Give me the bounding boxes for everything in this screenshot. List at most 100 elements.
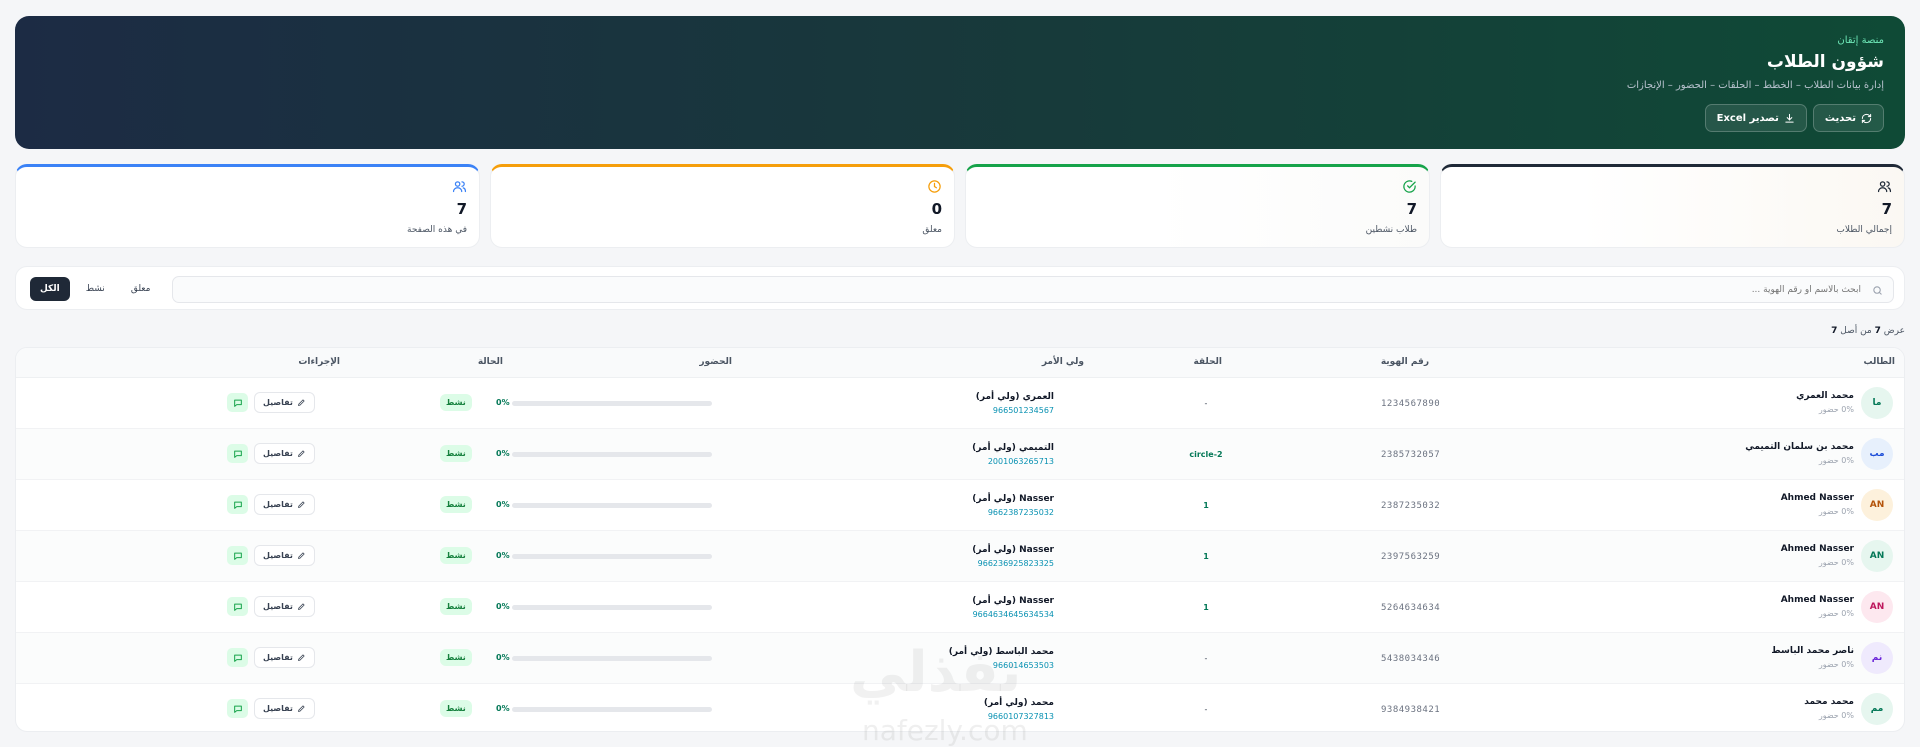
table-row[interactable]: AN Ahmed Nasser 0% حضور 2387235032 1 Nasser (… bbox=[16, 480, 1904, 531]
student-name: Ahmed Nasser bbox=[1780, 544, 1854, 554]
avatar: AN bbox=[1861, 489, 1893, 521]
search-input[interactable] bbox=[173, 277, 1893, 303]
export-label: تصدير Excel bbox=[1716, 112, 1779, 124]
details-button[interactable]: تفاصيل bbox=[254, 494, 315, 515]
download-icon bbox=[1785, 113, 1794, 123]
details-label: تفاصيل bbox=[263, 653, 293, 662]
details-button[interactable]: تفاصيل bbox=[254, 392, 315, 413]
details-button[interactable]: تفاصيل bbox=[254, 698, 315, 719]
message-button[interactable] bbox=[227, 699, 248, 718]
attendance-percent: 0% bbox=[496, 398, 510, 407]
student-name: Ahmed Nasser bbox=[1780, 493, 1854, 503]
count-total: 7 bbox=[1831, 326, 1838, 336]
table-row[interactable]: ما محمد العمري 0% حضور 1234567890 - العمري (و… bbox=[16, 378, 1904, 429]
guardian-phone[interactable]: 9660107327813 bbox=[988, 712, 1054, 721]
pencil-icon bbox=[297, 603, 305, 610]
page-title: شؤون الطلاب bbox=[1766, 52, 1884, 72]
message-button[interactable] bbox=[227, 444, 248, 463]
details-button[interactable]: تفاصيل bbox=[254, 647, 315, 668]
attendance-percent: 0% bbox=[496, 602, 510, 611]
student-circle: - bbox=[1204, 654, 1208, 663]
avatar: AN bbox=[1861, 540, 1893, 572]
header-status: الحالة bbox=[477, 357, 503, 367]
attendance-progress-bar bbox=[512, 605, 712, 610]
guardian-phone[interactable]: 9662387235032 bbox=[988, 508, 1054, 517]
refresh-label: تحديث bbox=[1824, 112, 1856, 124]
student-attendance-summary: 0% حضور bbox=[1818, 507, 1854, 516]
stat-value: 0 bbox=[931, 200, 942, 218]
pencil-icon bbox=[297, 501, 305, 508]
message-button[interactable] bbox=[227, 546, 248, 565]
count-shown: 7 bbox=[1874, 326, 1881, 336]
stat-value: 7 bbox=[1881, 200, 1892, 218]
details-label: تفاصيل bbox=[263, 551, 293, 560]
chat-icon bbox=[233, 552, 242, 560]
avatar: ما bbox=[1861, 387, 1893, 419]
chat-icon bbox=[233, 501, 242, 509]
message-button[interactable] bbox=[227, 393, 248, 412]
details-label: تفاصيل bbox=[263, 500, 293, 509]
status-badge: نشط bbox=[440, 394, 472, 411]
header-student: الطالب bbox=[1863, 357, 1895, 367]
page-subtitle: إدارة بيانات الطلاب – الخطط – الحلقات – … bbox=[1626, 80, 1884, 91]
guardian-name: Nasser (ولي أمر) bbox=[972, 494, 1054, 504]
table-header: الطالب رقم الهوية الحلقة ولي الأمر الحضو… bbox=[16, 348, 1904, 378]
attendance-progress-bar bbox=[512, 554, 712, 559]
details-label: تفاصيل bbox=[263, 704, 293, 713]
guardian-name: التميمي (ولي أمر) bbox=[972, 443, 1054, 453]
student-id: 5264634634 bbox=[1381, 603, 1441, 613]
guardian-phone[interactable]: 9664634645634534 bbox=[973, 610, 1054, 619]
filter-active-button[interactable]: نشط bbox=[76, 277, 115, 301]
refresh-button[interactable]: تحديث bbox=[1812, 104, 1884, 132]
stat-card-suspended: 0 معلق bbox=[490, 164, 955, 248]
pencil-icon bbox=[297, 399, 305, 406]
users-icon bbox=[1877, 181, 1892, 193]
guardian-phone[interactable]: 966014653503 bbox=[993, 661, 1054, 670]
attendance-progress-bar bbox=[512, 401, 712, 406]
details-button[interactable]: تفاصيل bbox=[254, 443, 315, 464]
count-prefix: عرض bbox=[1883, 326, 1905, 336]
status-badge: نشط bbox=[440, 496, 472, 513]
stats-row: 7 إجمالي الطلاب 7 طلاب نشطين 0 معلق 7 في… bbox=[15, 164, 1905, 248]
students-table: الطالب رقم الهوية الحلقة ولي الأمر الحضو… bbox=[15, 347, 1905, 732]
message-button[interactable] bbox=[227, 495, 248, 514]
search-box bbox=[172, 276, 1894, 303]
student-id: 2387235032 bbox=[1381, 501, 1441, 511]
table-row[interactable]: AN Ahmed Nasser 0% حضور 2397563259 1 Nasser (… bbox=[16, 531, 1904, 582]
guardian-phone[interactable]: 966501234567 bbox=[993, 406, 1054, 415]
status-badge: نشط bbox=[440, 598, 472, 615]
attendance-percent: 0% bbox=[496, 449, 510, 458]
pencil-icon bbox=[297, 705, 305, 712]
student-name: محمد محمد bbox=[1804, 697, 1854, 707]
export-excel-button[interactable]: تصدير Excel bbox=[1704, 104, 1807, 132]
header-actions: الإجراءات bbox=[298, 357, 340, 367]
chat-icon bbox=[233, 399, 242, 407]
table-row[interactable]: مم محمد محمد 0% حضور 9384938421 - محمد (ولي أ… bbox=[16, 684, 1904, 731]
table-row[interactable]: مب محمد بن سلمان التميمي 0% حضور 2385732057… bbox=[16, 429, 1904, 480]
filter-suspended-button[interactable]: معلق bbox=[121, 277, 161, 301]
table-row[interactable]: AN Ahmed Nasser 0% حضور 5264634634 1 Nasser (… bbox=[16, 582, 1904, 633]
guardian-phone[interactable]: 2001063265713 bbox=[988, 457, 1054, 466]
attendance-percent: 0% bbox=[496, 500, 510, 509]
details-button[interactable]: تفاصيل bbox=[254, 596, 315, 617]
check-circle-icon bbox=[1403, 180, 1416, 193]
student-circle: 1 bbox=[1203, 603, 1209, 612]
table-row[interactable]: نم ناصر محمد الباسط 0% حضور 5438034346 - محمد… bbox=[16, 633, 1904, 684]
guardian-phone[interactable]: 966236925823325 bbox=[978, 559, 1054, 568]
details-button[interactable]: تفاصيل bbox=[254, 545, 315, 566]
guardian-name: محمد الباسط (ولي أمر) bbox=[948, 647, 1054, 657]
status-filters: الكل نشط معلق bbox=[30, 277, 160, 301]
header-id: رقم الهوية bbox=[1380, 357, 1429, 367]
student-id: 1234567890 bbox=[1381, 399, 1441, 409]
student-attendance-summary: 0% حضور bbox=[1818, 405, 1854, 414]
message-button[interactable] bbox=[227, 648, 248, 667]
student-name: محمد بن سلمان التميمي bbox=[1745, 442, 1854, 452]
stat-label: في هذه الصفحة bbox=[407, 225, 467, 235]
filter-all-button[interactable]: الكل bbox=[30, 277, 70, 301]
message-button[interactable] bbox=[227, 597, 248, 616]
stat-card-active: 7 طلاب نشطين bbox=[965, 164, 1430, 248]
chat-icon bbox=[233, 450, 242, 458]
details-label: تفاصيل bbox=[263, 602, 293, 611]
attendance-progress-bar bbox=[512, 707, 712, 712]
guardian-name: Nasser (ولي أمر) bbox=[972, 545, 1054, 555]
